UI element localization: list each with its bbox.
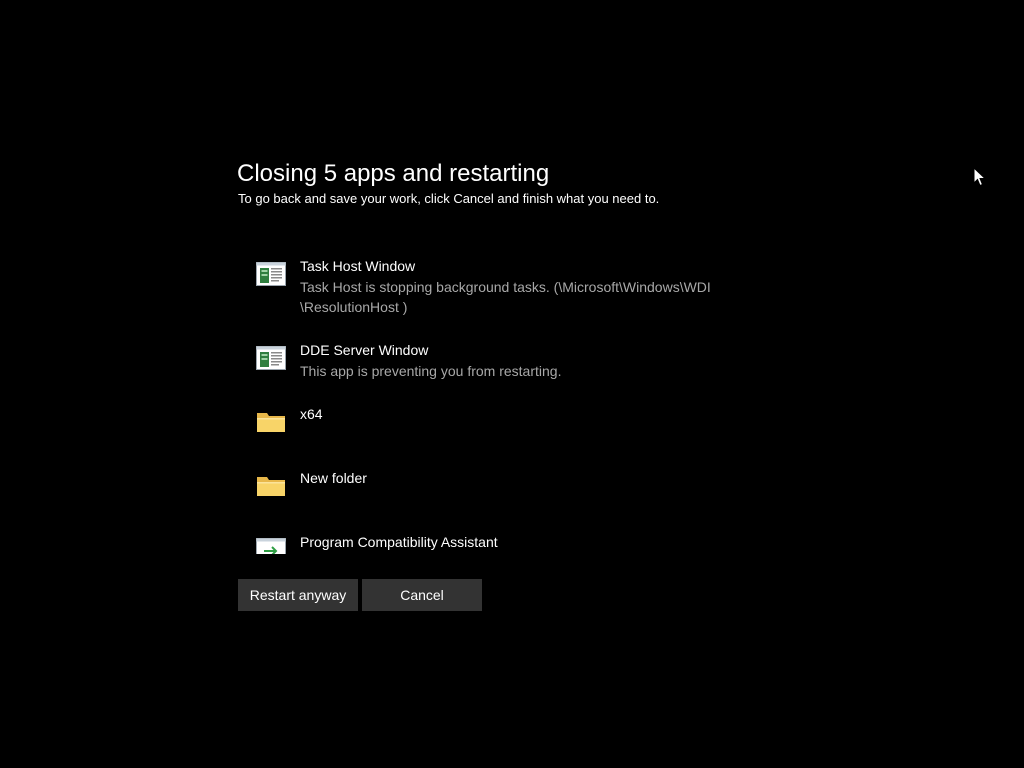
compatibility-assistant-icon xyxy=(256,538,286,554)
mouse-cursor-icon xyxy=(973,166,987,187)
app-name: Program Compatibility Assistant xyxy=(300,534,498,550)
app-description: This app is preventing you from restarti… xyxy=(300,363,562,379)
folder-icon xyxy=(256,474,286,498)
app-description: Task Host is stopping background tasks. … xyxy=(300,279,711,315)
app-name: DDE Server Window xyxy=(300,342,429,358)
app-name: x64 xyxy=(300,406,323,422)
folder-icon xyxy=(256,410,286,434)
page-title: Closing 5 apps and restarting xyxy=(237,160,550,187)
window-app-icon xyxy=(256,346,286,370)
cancel-button[interactable]: Cancel xyxy=(362,579,482,611)
app-list[interactable]: Task Host Window Task Host is stopping b… xyxy=(238,252,758,554)
app-name: New folder xyxy=(300,470,367,486)
window-app-icon xyxy=(256,262,286,286)
restart-anyway-button[interactable]: Restart anyway xyxy=(238,579,358,611)
app-name: Task Host Window xyxy=(300,258,416,274)
page-subtitle: To go back and save your work, click Can… xyxy=(238,191,660,206)
restart-screen: Closing 5 apps and restarting To go back… xyxy=(0,0,1024,768)
